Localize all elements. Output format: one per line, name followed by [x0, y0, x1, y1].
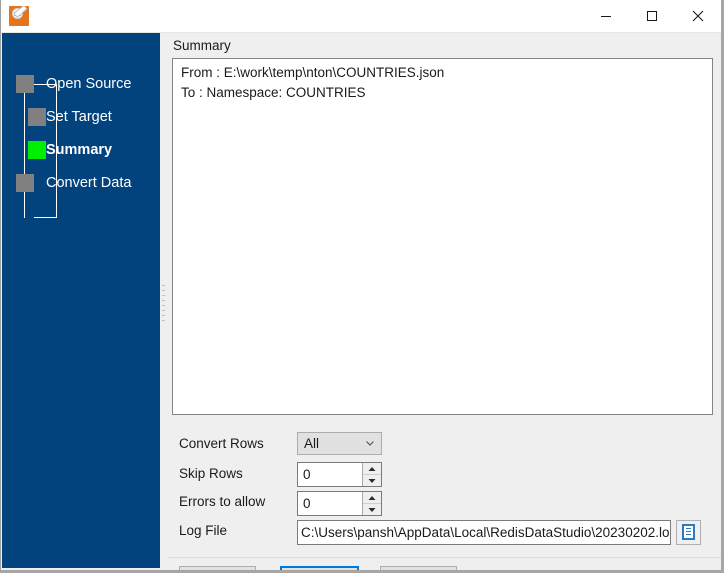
wizard-sidebar: Open Source Set Target Summary Convert D…	[2, 33, 160, 568]
summary-group-label: Summary	[173, 38, 231, 53]
cancel-button[interactable]: Cancel	[380, 566, 457, 570]
log-file-value: C:\Users\pansh\AppData\Local\RedisDataSt…	[301, 525, 671, 540]
title-bar	[1, 0, 721, 33]
caret-up-icon	[368, 495, 376, 500]
close-button[interactable]	[675, 0, 721, 31]
skip-rows-decrement-button[interactable]	[363, 475, 381, 486]
convert-rows-value: All	[304, 436, 320, 451]
errors-to-allow-stepper[interactable]: 0	[297, 491, 382, 516]
sidebar-item-label: Set Target	[46, 109, 112, 125]
errors-to-allow-increment-button[interactable]	[363, 492, 381, 504]
minimize-button[interactable]	[583, 0, 629, 31]
splitter-grip-icon	[162, 285, 165, 325]
minimize-icon	[601, 15, 611, 17]
skip-rows-spin-buttons	[362, 463, 381, 486]
maximize-icon	[647, 10, 657, 21]
log-file-input[interactable]: C:\Users\pansh\AppData\Local\RedisDataSt…	[297, 520, 671, 545]
next-button[interactable]: Next	[280, 566, 359, 570]
errors-to-allow-value: 0	[303, 496, 311, 511]
step-connector-left	[24, 93, 25, 218]
step-marker-set-target	[28, 108, 46, 126]
convert-rows-label: Convert Rows	[179, 436, 264, 451]
step-marker-summary	[28, 141, 46, 159]
main-panel: Summary From : E:\work\temp\nton\COUNTRI…	[168, 33, 721, 570]
skip-rows-stepper[interactable]: 0	[297, 462, 382, 487]
skip-rows-increment-button[interactable]	[363, 463, 381, 475]
panel-splitter[interactable]	[160, 33, 168, 568]
summary-line-to: To : Namespace: COUNTRIES	[181, 85, 366, 100]
footer-separator	[168, 557, 721, 558]
errors-to-allow-decrement-button[interactable]	[363, 504, 381, 515]
step-marker-open-source	[16, 75, 34, 93]
errors-to-allow-label: Errors to allow	[179, 494, 266, 509]
log-file-browse-button[interactable]	[676, 520, 701, 545]
sidebar-item-label: Summary	[46, 142, 113, 158]
maximize-button[interactable]	[629, 0, 675, 31]
close-icon	[692, 10, 704, 21]
skip-rows-label: Skip Rows	[179, 466, 243, 481]
chevron-down-icon	[366, 441, 374, 446]
caret-up-icon	[368, 466, 376, 471]
errors-to-allow-spin-buttons	[362, 492, 381, 515]
sidebar-item-label: Open Source	[46, 76, 132, 92]
step-connector-bottom	[34, 217, 57, 218]
document-icon	[682, 524, 695, 540]
caret-down-icon	[368, 478, 376, 483]
summary-text-area[interactable]: From : E:\work\temp\nton\COUNTRIES.json …	[172, 58, 713, 415]
log-file-label: Log File	[179, 523, 228, 538]
app-edit-icon	[9, 6, 29, 26]
summary-line-from: From : E:\work\temp\nton\COUNTRIES.json	[181, 65, 445, 80]
step-marker-convert-data	[16, 174, 34, 192]
caret-down-icon	[368, 507, 376, 512]
back-button[interactable]: Back	[179, 566, 256, 570]
convert-rows-select[interactable]: All	[297, 432, 382, 455]
sidebar-item-label: Convert Data	[46, 175, 132, 191]
skip-rows-value: 0	[303, 467, 311, 482]
application-window: Open Source Set Target Summary Convert D…	[0, 0, 724, 573]
